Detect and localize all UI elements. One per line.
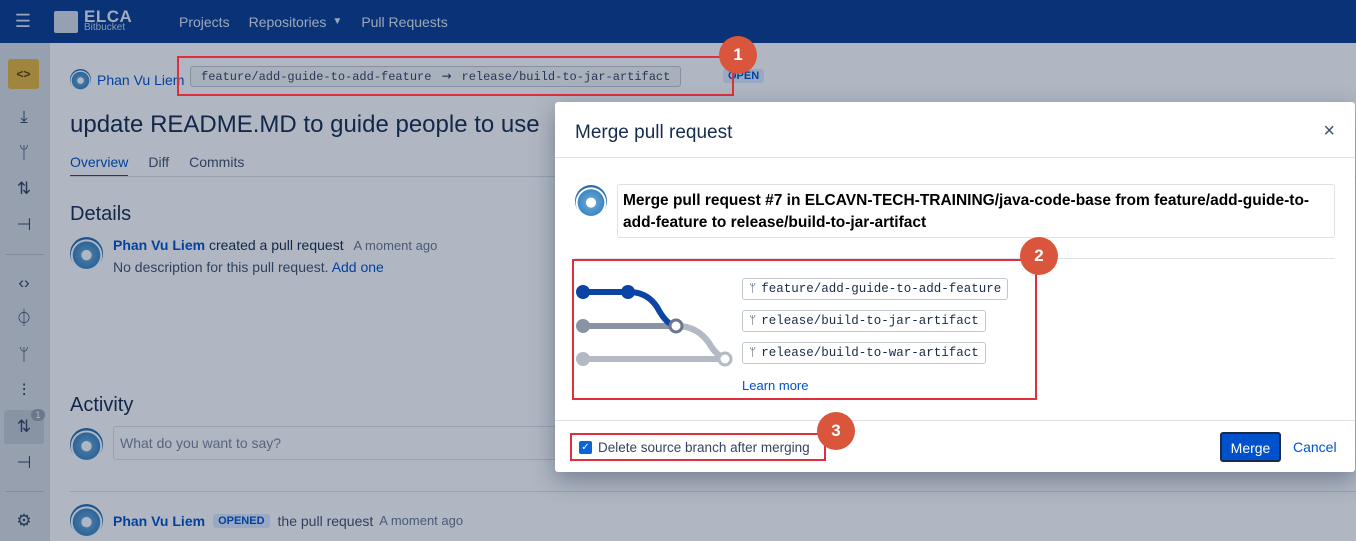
divider: [555, 157, 1355, 158]
divider: [555, 420, 1355, 421]
annotation-marker-1: 1: [719, 36, 757, 74]
cancel-button[interactable]: Cancel: [1293, 439, 1337, 455]
commit-message-input[interactable]: Merge pull request #7 in ELCAVN-TECH-TRA…: [617, 184, 1335, 238]
annotation-box-3: [570, 433, 826, 461]
annotation-box-1: [177, 56, 734, 96]
annotation-marker-3: 3: [817, 412, 855, 450]
dialog-title: Merge pull request: [575, 122, 733, 143]
close-icon[interactable]: ×: [1323, 120, 1335, 143]
merge-button[interactable]: Merge: [1220, 432, 1281, 462]
avatar: [575, 185, 607, 217]
annotation-marker-2: 2: [1020, 237, 1058, 275]
annotation-box-2: [572, 259, 1037, 400]
